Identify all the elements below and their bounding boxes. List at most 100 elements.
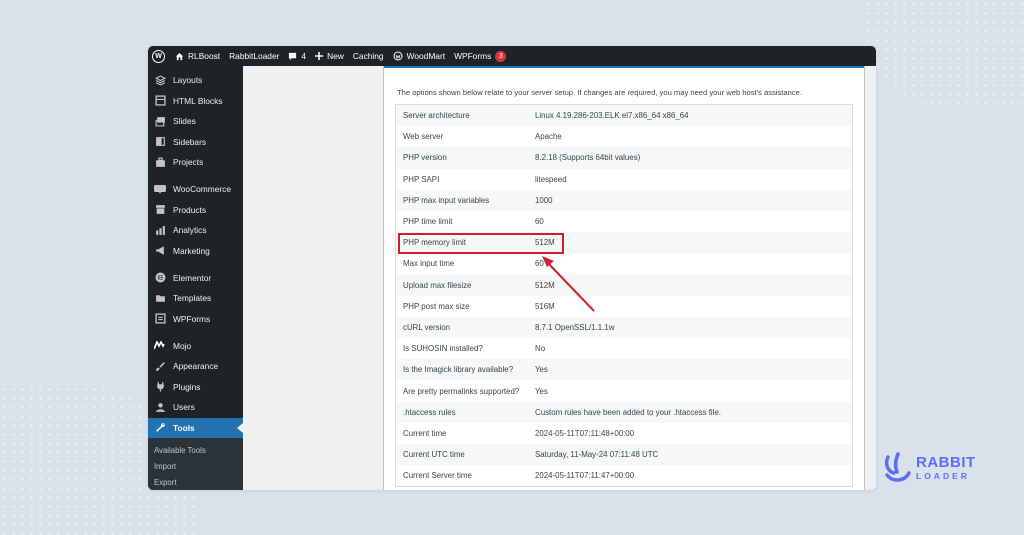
row-key: Is SUHOSIN installed? xyxy=(403,344,483,354)
sidebar-item-sidebars[interactable]: Sidebars xyxy=(148,132,243,153)
brush-icon xyxy=(154,360,166,372)
brand-line-2: LOADER xyxy=(916,471,970,482)
submenu-available-tools[interactable]: Available Tools xyxy=(148,442,243,458)
wpforms-notification-badge: 3 xyxy=(495,50,507,62)
admin-bar: W RLBoost RabbitLoader 4 New Caching Woo… xyxy=(148,46,876,66)
sidebar-item-slides[interactable]: Slides xyxy=(148,111,243,132)
browser-frame: W RLBoost RabbitLoader 4 New Caching Woo… xyxy=(148,46,876,490)
row-key: PHP version xyxy=(403,153,447,163)
table-row: Are pretty permalinks supported? Yes xyxy=(396,380,852,401)
rabbit-logo-icon xyxy=(884,452,911,482)
row-key: Current time xyxy=(403,428,447,438)
table-row: PHP SAPI litespeed xyxy=(396,169,852,190)
row-key: Web server xyxy=(403,132,444,142)
memory-limit-highlight-box xyxy=(398,233,564,254)
table-row: Current Server time 2024-05-11T07:11:47+0… xyxy=(396,465,852,486)
wrench-icon xyxy=(154,422,166,434)
comment-icon xyxy=(289,52,297,60)
sidebar-item-analytics[interactable]: Analytics xyxy=(148,220,243,241)
comments-link[interactable]: 4 xyxy=(288,51,306,61)
mojo-icon xyxy=(154,340,166,352)
bar-chart-icon xyxy=(154,224,166,236)
row-key: Are pretty permalinks supported? xyxy=(403,386,520,396)
table-row: Server architecture Linux 4.19.286-203.EL… xyxy=(396,105,852,127)
archive-icon xyxy=(154,204,166,216)
woo-icon xyxy=(154,183,166,195)
sidebar-item-elementor[interactable]: Elementor xyxy=(148,268,243,289)
sidebar-item-marketing[interactable]: Marketing xyxy=(148,241,243,262)
row-value: litespeed xyxy=(535,174,567,184)
row-key: .htaccess rules xyxy=(403,407,456,417)
rabbitloader-logo: RABBIT LOADER xyxy=(882,451,976,485)
submenu-import[interactable]: Import xyxy=(148,458,243,474)
sidebar-item-appearance[interactable]: Appearance xyxy=(148,356,243,377)
row-value: 516M xyxy=(535,301,555,311)
row-value: 2024-05-11T07:11:47+00:00 xyxy=(535,471,635,481)
elementor-icon xyxy=(154,272,166,284)
row-value: Linux 4.19.286-203.ELK.el7.x86_64 x86_64 xyxy=(535,111,689,121)
row-key: PHP SAPI xyxy=(403,174,440,184)
tools-submenu: Available Tools Import Export xyxy=(148,438,243,490)
brand-line-1: RABBIT xyxy=(916,454,976,472)
table-row: Max input time 60 xyxy=(396,253,852,274)
row-value: 1000 xyxy=(535,195,553,205)
brand-text: RABBIT LOADER xyxy=(916,455,976,481)
new-content-link[interactable]: New xyxy=(315,51,344,61)
wpforms-icon xyxy=(154,313,166,325)
row-key: PHP time limit xyxy=(403,217,453,227)
briefcase-icon xyxy=(154,156,166,168)
site-name-link[interactable]: RLBoost xyxy=(175,51,220,61)
rabbitloader-link[interactable]: RabbitLoader xyxy=(229,51,279,61)
row-value: 8.2.18 (Supports 64bit values) xyxy=(535,153,641,163)
row-value: Yes xyxy=(535,386,548,396)
sidebar-item-users[interactable]: Users xyxy=(148,397,243,418)
wordpress-logo-icon[interactable]: W xyxy=(152,49,165,63)
sidebar-item-html-blocks[interactable]: HTML Blocks xyxy=(148,91,243,112)
row-value: 512M xyxy=(535,280,555,290)
row-value: 2024-05-11T07:11:48+00:00 xyxy=(535,428,635,438)
table-row: Web server Apache xyxy=(396,126,852,147)
plus-icon xyxy=(315,52,324,60)
row-value: 60 xyxy=(535,217,544,227)
slides-icon xyxy=(154,115,166,127)
sidebar-item-woocommerce[interactable]: WooCommerce xyxy=(148,179,243,200)
sidebar-item-mojo[interactable]: Mojo xyxy=(148,336,243,357)
user-icon xyxy=(154,401,166,413)
row-key: Server architecture xyxy=(403,111,470,121)
row-key: Current Server time xyxy=(403,471,472,481)
sidebar-item-tools[interactable]: Tools xyxy=(148,417,243,438)
submenu-export[interactable]: Export xyxy=(148,474,243,490)
table-row: Current time 2024-05-11T07:11:48+00:00 xyxy=(396,423,852,444)
row-key: Is the Imagick library available? xyxy=(403,365,514,375)
sidebar-item-plugins[interactable]: Plugins xyxy=(148,377,243,398)
sidebar-item-layouts[interactable]: Layouts xyxy=(148,70,243,91)
table-row: Is the Imagick library available? Yes xyxy=(396,359,852,381)
megaphone-icon xyxy=(154,245,166,257)
row-key: Max input time xyxy=(403,259,455,269)
table-row: Is SUHOSIN installed? No xyxy=(396,338,852,359)
wpforms-link[interactable]: WPForms 3 xyxy=(454,50,507,62)
table-row: Upload max filesize 512M xyxy=(396,274,852,296)
row-value: Yes xyxy=(535,365,548,375)
woodmart-link[interactable]: WoodMart xyxy=(393,51,445,61)
row-key: PHP max input variables xyxy=(403,195,490,205)
caching-link[interactable]: Caching xyxy=(353,51,384,61)
row-key: cURL version xyxy=(403,322,451,332)
folder-icon xyxy=(154,292,166,304)
admin-sidebar: Layouts HTML Blocks Slides Sidebars Proj… xyxy=(148,66,243,490)
row-value: No xyxy=(535,344,546,354)
row-key: Upload max filesize xyxy=(403,280,472,290)
home-icon xyxy=(175,52,184,60)
sidebar-item-wpforms[interactable]: WPForms xyxy=(148,309,243,330)
row-value: 60 xyxy=(535,259,544,269)
row-value: 8.7.1 OpenSSL/1.1.1w xyxy=(535,322,615,332)
woodmart-icon xyxy=(393,51,403,61)
system-info-panel: The options shown below relate to your s… xyxy=(383,66,865,490)
row-value: Custom rules have been added to your .ht… xyxy=(535,407,721,417)
sidebar-item-templates[interactable]: Templates xyxy=(148,288,243,309)
table-row: PHP post max size 516M xyxy=(396,296,852,317)
row-key: PHP post max size xyxy=(403,301,470,311)
sidebar-item-products[interactable]: Products xyxy=(148,200,243,221)
table-row: Current UTC time Saturday, 11-May-24 07:1… xyxy=(396,444,852,466)
sidebar-item-projects[interactable]: Projects xyxy=(148,152,243,173)
